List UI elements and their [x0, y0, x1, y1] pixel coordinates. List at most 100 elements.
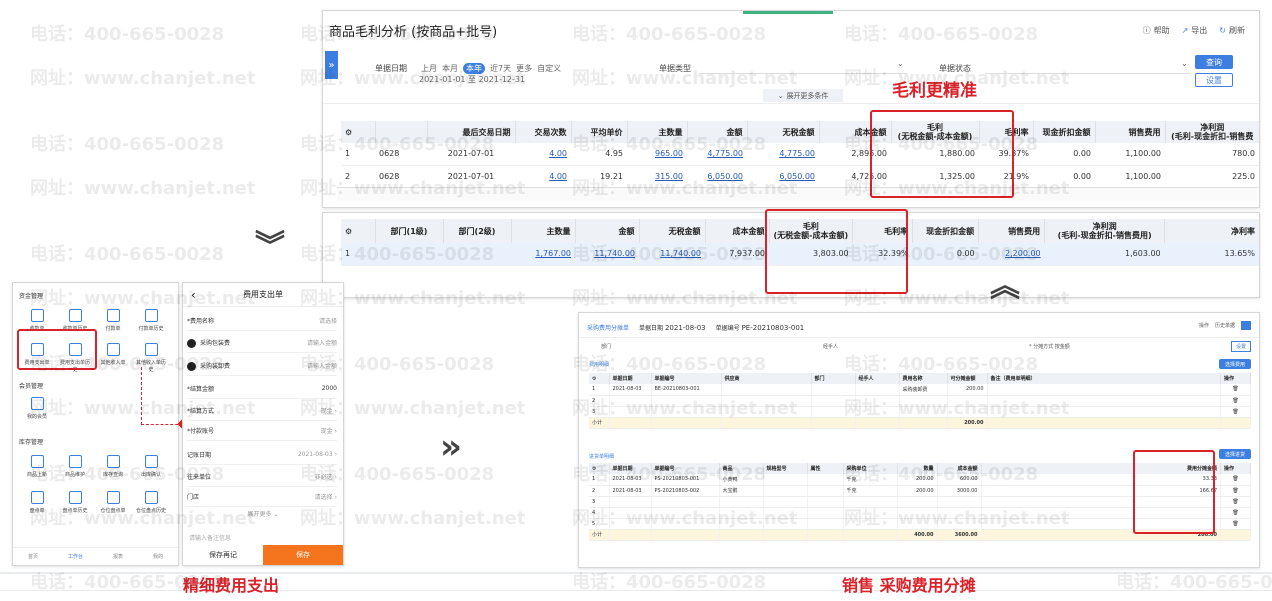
delete-icon[interactable]: 🗑	[1220, 384, 1251, 396]
cell-link[interactable]: 4.00	[515, 143, 571, 166]
field-settle-method[interactable]: *结算方式 现金 ›	[187, 401, 337, 421]
chevron-double-right-icon: »	[440, 427, 462, 467]
menu-item[interactable]: 仓位盘点单	[97, 491, 129, 514]
menu-other-income-history[interactable]: 其他收入单历史	[135, 343, 167, 373]
remove-icon[interactable]	[187, 361, 196, 371]
cell-link[interactable]: 2,200.00	[978, 243, 1045, 266]
menu-item[interactable]: 仓位盘点历史	[135, 491, 167, 514]
menu-payment[interactable]: 付款单	[97, 309, 129, 332]
help-button[interactable]: ⓘ 帮助	[1143, 25, 1170, 36]
settings-gear-icon[interactable]: ⚙	[341, 219, 376, 243]
table-scrollbar[interactable]	[337, 187, 1257, 201]
menu-item[interactable]: 商品上新	[21, 455, 53, 478]
menu-item[interactable]: 库存查询	[97, 455, 129, 478]
note-input[interactable]: 请输入备注信息	[189, 533, 231, 542]
field-pay-account[interactable]: *付款账号 现金 ›	[187, 421, 337, 441]
list-icon[interactable]	[1241, 321, 1251, 330]
delete-icon[interactable]: 🗑	[1220, 474, 1251, 486]
alloc-settings-button[interactable]: 设置	[1230, 341, 1251, 352]
doc-type-select[interactable]	[699, 73, 907, 74]
date-option[interactable]: 更多	[516, 63, 532, 74]
col-header: 净利率	[1164, 219, 1259, 243]
col-header: 部门(2级)	[443, 219, 512, 243]
query-button[interactable]: 查询	[1195, 55, 1233, 69]
date-option[interactable]: 近7天	[490, 63, 511, 74]
choose-purchase-button[interactable]: 选择进货	[1219, 449, 1251, 459]
remove-icon[interactable]	[187, 338, 196, 348]
cell-link[interactable]: 4.00	[515, 165, 571, 188]
settings-gear-icon[interactable]: ⚙	[589, 463, 610, 474]
date-option[interactable]: 本月	[442, 63, 458, 74]
export-button[interactable]: ↗ 导出	[1182, 25, 1208, 36]
refresh-button[interactable]: ↻ 刷新	[1219, 25, 1245, 36]
cell-link[interactable]: 4,775.00	[687, 143, 747, 166]
chevron-double-down-icon: ⌄	[777, 91, 784, 100]
cell-link[interactable]: 6,050.00	[747, 165, 819, 188]
table-row[interactable]: 3 🗑	[589, 406, 1251, 418]
field-expense-name[interactable]: *费用名称 请选择	[187, 311, 337, 331]
cell-link[interactable]: 11,740.00	[575, 243, 639, 266]
table-row[interactable]: 1 0628 2021-07-01 4.00 4.95 965.00 4,775…	[341, 143, 1259, 166]
delete-icon[interactable]: 🗑	[1220, 496, 1251, 508]
back-arrow-icon[interactable]: ‹	[191, 288, 196, 302]
cell-link[interactable]: 965.00	[627, 143, 687, 166]
choose-fee-button[interactable]: 选择费用	[1219, 359, 1251, 369]
nav-workbench[interactable]: 工作台	[68, 553, 83, 560]
date-option-selected[interactable]: 本年	[463, 63, 485, 74]
delete-icon[interactable]: 🗑	[1220, 507, 1251, 519]
date-option[interactable]: 自定义	[537, 63, 561, 74]
save-button[interactable]: 保存	[263, 545, 343, 565]
ops-button[interactable]: 操作	[1199, 322, 1209, 329]
delete-icon[interactable]: 🗑	[1220, 395, 1251, 407]
settings-gear-icon[interactable]: ⚙	[341, 121, 376, 143]
col-header: 单据日期	[609, 373, 652, 384]
sidebar-toggle-button[interactable]: »	[325, 51, 338, 79]
field-packaging-fee[interactable]: 采购包装费 请输入金额	[187, 333, 337, 353]
alloc-tab[interactable]: 采购费用分摊单	[587, 323, 629, 332]
history-button[interactable]: 历史单据	[1215, 322, 1235, 329]
settings-button[interactable]: 设置	[1195, 73, 1233, 87]
menu-item[interactable]: 盘点单	[21, 491, 53, 514]
cell	[721, 384, 812, 396]
field-date[interactable]: 记账日期 2021-08-03 ›	[187, 445, 337, 465]
menu-other-income[interactable]: 其他收入单	[97, 343, 129, 366]
delete-icon[interactable]: 🗑	[1220, 406, 1251, 418]
menu-item[interactable]: 出库确认	[135, 455, 167, 478]
member-icon	[30, 397, 44, 410]
menu-item[interactable]: 商品维护	[59, 455, 91, 478]
cell-link[interactable]: 4,775.00	[747, 143, 819, 166]
cell-link[interactable]: 6,050.00	[687, 165, 747, 188]
expand-more-button[interactable]: ⌄ 展开更多条件	[763, 89, 843, 102]
table-row[interactable]: 2 0628 2021-07-01 4.00 19.21 315.00 6,05…	[341, 165, 1259, 188]
cell: 200.00	[897, 485, 938, 497]
field-store[interactable]: 门店 请选择 ›	[187, 487, 337, 507]
cell-link[interactable]: 11,740.00	[639, 243, 705, 266]
menu-members[interactable]: 我的会员	[21, 397, 53, 420]
table-row[interactable]: 2 🗑	[589, 395, 1251, 407]
doc-status-select[interactable]	[985, 73, 1191, 74]
cell-link[interactable]: 1,767.00	[511, 243, 575, 266]
cell-link[interactable]: 315.00	[627, 165, 687, 188]
settings-gear-icon[interactable]: ⚙	[589, 373, 610, 384]
date-range[interactable]: 2021-01-01 至 2021-12-31	[419, 74, 525, 85]
highlight-box	[765, 209, 908, 294]
expand-more-link[interactable]: 展开更多 ⌄	[183, 509, 343, 518]
alloc-date[interactable]: 2021-08-03	[665, 324, 706, 332]
field-loading-fee[interactable]: 采购装卸费 请输入金额	[187, 356, 337, 376]
cell: 3000.00	[937, 485, 982, 497]
table-row[interactable]: 1 2021-08-03 BE-20210803-001 采购装卸费 200.00 🗑	[589, 384, 1251, 396]
nav-me[interactable]: 我的	[153, 553, 163, 560]
date-option[interactable]: 上月	[421, 63, 437, 74]
nav-home[interactable]: 首页	[28, 553, 38, 560]
section-title: 费用明细	[589, 362, 610, 368]
save-again-button[interactable]: 保存再记	[183, 545, 263, 565]
field-settle-amount[interactable]: *结算金额 2000	[187, 379, 337, 399]
menu-payment-history[interactable]: 付款单历史	[135, 309, 167, 332]
delete-icon[interactable]: 🗑	[1220, 518, 1251, 530]
menu-item[interactable]: 盘点单历史	[59, 491, 91, 514]
nav-reports[interactable]: 报表	[113, 553, 123, 560]
warehouse-icon	[106, 455, 120, 468]
col-header: 销售费用	[978, 219, 1046, 243]
delete-icon[interactable]: 🗑	[1220, 485, 1251, 497]
field-partner[interactable]: 往来单位 非必选 ›	[187, 467, 337, 487]
